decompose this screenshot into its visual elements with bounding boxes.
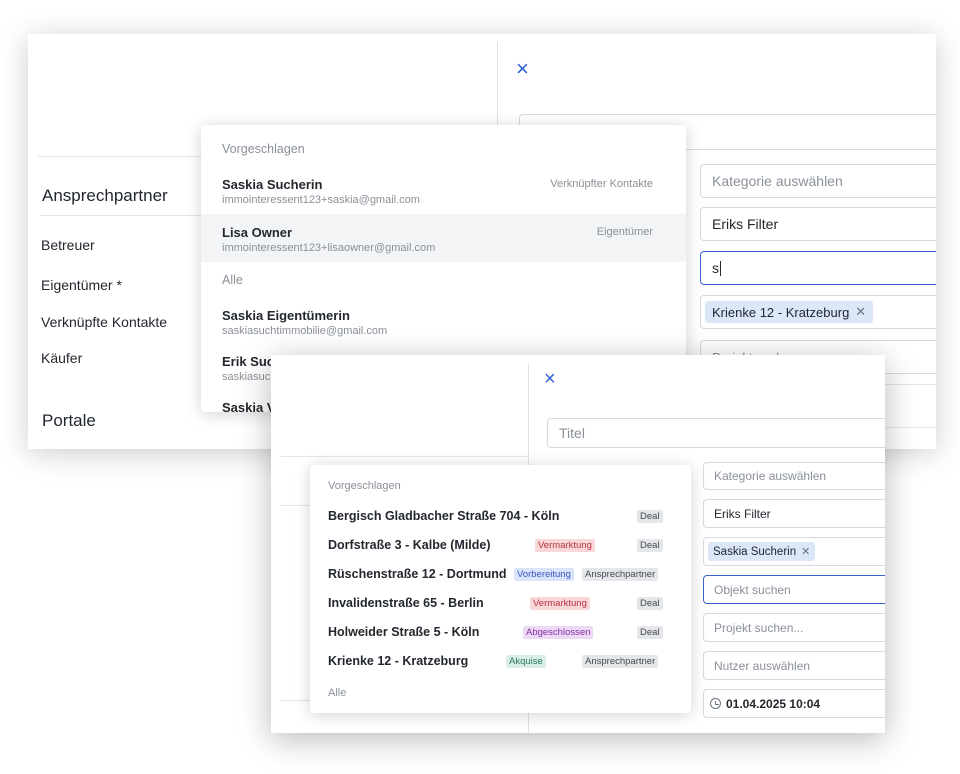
datetime-input[interactable]: 01.04.2025 10:04 bbox=[703, 689, 885, 718]
title-input[interactable]: Titel bbox=[547, 418, 885, 448]
object-name: Dorfstraße 3 - Kalbe (Milde) bbox=[328, 538, 491, 552]
contact-name: Saskia Eigentümerin bbox=[222, 308, 350, 323]
object-name: Holweider Straße 5 - Köln bbox=[328, 625, 480, 639]
type-badge: Ansprechpartner bbox=[582, 568, 659, 581]
object-chip-label: Krienke 12 - Kratzeburg bbox=[712, 304, 850, 320]
label-kaeufer: Käufer bbox=[41, 350, 83, 366]
filter-select[interactable]: Eriks Filter bbox=[700, 207, 936, 241]
list-item[interactable]: Lisa Owner immointeressent123+lisaowner@… bbox=[201, 214, 686, 262]
object-placeholder: Objekt suchen bbox=[714, 582, 791, 597]
list-item[interactable]: Saskia Eigentümerin saskiasuchtimmobilie… bbox=[201, 297, 686, 345]
separator bbox=[38, 156, 218, 157]
contact-chip[interactable]: Saskia Sucherin ✕ bbox=[708, 542, 816, 561]
category-select[interactable]: Kategorie auswählen bbox=[703, 462, 885, 490]
status-badge: Vermarktung bbox=[530, 597, 590, 610]
type-badge: Deal bbox=[637, 510, 663, 523]
object-suggestions-dropdown: Vorgeschlagen Bergisch Gladbacher Straße… bbox=[310, 465, 691, 713]
list-item[interactable]: Holweider Straße 5 - Köln Abgeschlossen … bbox=[310, 618, 691, 647]
contact-select[interactable]: Saskia Sucherin ✕ bbox=[703, 537, 885, 566]
all-heading: Alle bbox=[222, 273, 243, 287]
status-badge: Abgeschlossen bbox=[523, 626, 594, 639]
suggested-heading: Vorgeschlagen bbox=[328, 480, 401, 492]
list-item[interactable]: Dorfstraße 3 - Kalbe (Milde) Vermarktung… bbox=[310, 531, 691, 560]
section-contacts-title: Ansprechpartner bbox=[42, 186, 168, 205]
title-placeholder: Titel bbox=[559, 425, 585, 441]
contact-name: Erik Suc bbox=[222, 354, 275, 369]
type-badge: Deal bbox=[637, 597, 663, 610]
contact-search-input[interactable]: s bbox=[700, 251, 936, 285]
project-search-input[interactable]: Projekt suchen... bbox=[703, 613, 885, 642]
filter-value: Eriks Filter bbox=[712, 216, 779, 232]
contact-role: Verknüpfter Kontakte bbox=[550, 178, 653, 190]
contact-email: saskiasuchtimmobilie@gmail.com bbox=[222, 325, 388, 337]
user-placeholder: Nutzer auswählen bbox=[714, 658, 811, 673]
list-item[interactable]: Saskia Sucherin immointeressent123+saski… bbox=[201, 166, 686, 214]
contact-name: Lisa Owner bbox=[222, 225, 293, 240]
separator bbox=[40, 215, 210, 216]
filter-value: Eriks Filter bbox=[714, 506, 771, 521]
status-badge: Akquise bbox=[506, 655, 546, 668]
category-placeholder: Kategorie auswählen bbox=[714, 469, 827, 483]
text-cursor bbox=[720, 260, 721, 276]
contact-email: saskiasuc bbox=[222, 371, 271, 383]
separator bbox=[281, 700, 311, 701]
user-select[interactable]: Nutzer auswählen bbox=[703, 651, 885, 680]
label-verknuepfte-kontakte: Verknüpfte Kontakte bbox=[41, 314, 168, 330]
label-eigentuemer: Eigentümer * bbox=[41, 277, 122, 293]
label-betreuer: Betreuer bbox=[41, 237, 95, 253]
list-item[interactable]: Krienke 12 - Kratzeburg Akquise Ansprech… bbox=[310, 647, 691, 676]
datetime-value: 01.04.2025 10:04 bbox=[726, 696, 821, 711]
type-badge: Deal bbox=[637, 626, 663, 639]
status-badge: Vermarktung bbox=[535, 539, 595, 552]
suggested-heading: Vorgeschlagen bbox=[222, 142, 305, 156]
contact-search-value: s bbox=[712, 260, 719, 276]
project-placeholder: Projekt suchen... bbox=[714, 620, 804, 635]
contact-role: Eigentümer bbox=[596, 226, 653, 238]
object-search-input[interactable]: Objekt suchen bbox=[703, 575, 885, 604]
section-portals-title: Portale bbox=[42, 411, 96, 430]
list-item[interactable]: Bergisch Gladbacher Straße 704 - Köln De… bbox=[310, 502, 691, 531]
category-select[interactable]: Kategorie auswählen bbox=[700, 164, 936, 198]
type-badge: Ansprechpartner bbox=[582, 655, 659, 668]
type-badge: Deal bbox=[637, 539, 663, 552]
contact-email: immointeressent123+saskia@gmail.com bbox=[222, 194, 420, 206]
status-badge: Vorbereitung bbox=[514, 568, 574, 581]
separator bbox=[281, 505, 311, 506]
object-name: Rüschenstraße 12 - Dortmund bbox=[328, 567, 507, 581]
close-icon[interactable]: × bbox=[544, 368, 556, 390]
contact-name: Saskia Sucherin bbox=[222, 177, 323, 192]
all-heading: Alle bbox=[328, 687, 347, 699]
filter-select[interactable]: Eriks Filter bbox=[703, 499, 885, 528]
category-placeholder: Kategorie auswählen bbox=[712, 173, 843, 189]
list-item[interactable]: Invalidenstraße 65 - Berlin Vermarktung … bbox=[310, 589, 691, 618]
object-name: Bergisch Gladbacher Straße 704 - Köln bbox=[328, 509, 560, 523]
object-name: Invalidenstraße 65 - Berlin bbox=[328, 596, 484, 610]
remove-chip-icon[interactable]: ✕ bbox=[855, 304, 866, 320]
object-chip[interactable]: Krienke 12 - Kratzeburg ✕ bbox=[705, 301, 874, 323]
contact-name: Saskia V bbox=[222, 400, 276, 412]
separator bbox=[281, 456, 528, 457]
close-icon[interactable]: × bbox=[516, 58, 529, 80]
list-item[interactable]: Rüschenstraße 12 - Dortmund Vorbereitung… bbox=[310, 560, 691, 589]
clock-icon bbox=[710, 698, 721, 709]
remove-chip-icon[interactable]: ✕ bbox=[801, 545, 810, 558]
contact-email: immointeressent123+lisaowner@gmail.com bbox=[222, 242, 436, 254]
contact-chip-label: Saskia Sucherin bbox=[713, 545, 797, 558]
object-name: Krienke 12 - Kratzeburg bbox=[328, 654, 469, 668]
object-select[interactable]: Krienke 12 - Kratzeburg ✕ bbox=[700, 295, 936, 329]
